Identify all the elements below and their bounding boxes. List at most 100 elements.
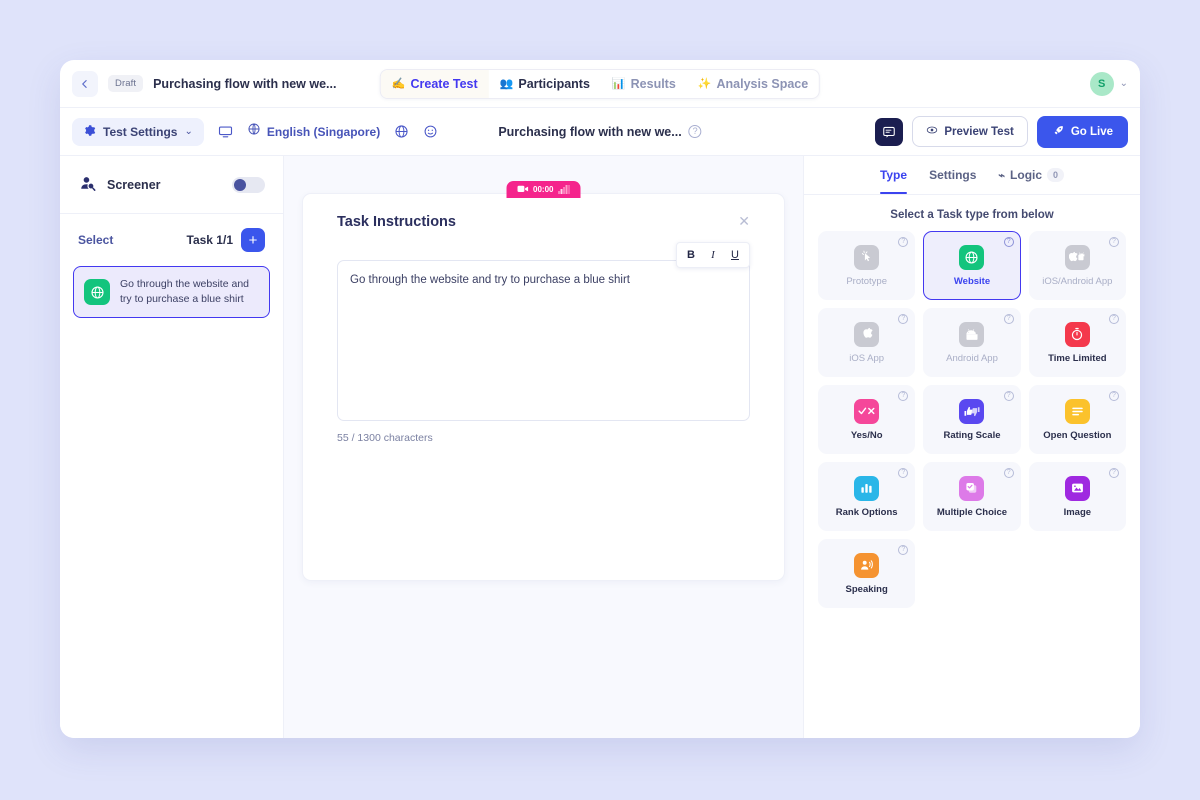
- task-type-speaking-label: Speaking: [845, 583, 888, 595]
- globe-icon: [959, 244, 985, 270]
- globe-icon[interactable]: [394, 124, 409, 139]
- task-instructions-title: Task Instructions: [337, 214, 456, 230]
- text-format-toolbar: B I U: [676, 242, 750, 268]
- right-panel: Type Settings ⌁ Logic 0 Select a Task ty…: [803, 156, 1140, 738]
- apple-icon: [854, 321, 880, 347]
- task-type-speaking[interactable]: ? Speaking: [818, 539, 916, 608]
- task-type-yes-no-label: Yes/No: [850, 429, 883, 441]
- screener-toggle[interactable]: [232, 176, 265, 193]
- bold-button[interactable]: B: [681, 246, 701, 264]
- task-type-multiple-choice[interactable]: ? Multiple Choice: [923, 462, 1021, 531]
- help-icon[interactable]: ?: [1109, 391, 1119, 401]
- close-icon[interactable]: ✕: [738, 214, 750, 228]
- task-type-yes-no[interactable]: ? Yes/No: [818, 385, 916, 454]
- android-icon: [959, 321, 985, 347]
- task-instructions-input[interactable]: Go through the website and try to purcha…: [337, 260, 750, 421]
- italic-button[interactable]: I: [703, 246, 723, 264]
- help-icon[interactable]: ?: [1003, 391, 1014, 401]
- arrow-left-icon: [82, 79, 87, 88]
- tab-create-test-label: Create Test: [410, 77, 478, 91]
- main-nav-tabs: ✍ Create Test 👥 Participants 📊 Results ✨…: [379, 69, 821, 99]
- task-type-time-limited[interactable]: ? Time Limited: [1028, 308, 1126, 377]
- left-sidebar: Screener Select Task 1/1 + Go through th…: [60, 156, 284, 738]
- task-type-website[interactable]: ? Website: [923, 231, 1021, 300]
- device-desktop-icon[interactable]: [218, 124, 233, 139]
- language-label: English (Singapore): [266, 124, 381, 139]
- task-type-time-limited-label: Time Limited: [1048, 352, 1107, 364]
- task-type-prototype[interactable]: ? Prototype: [818, 231, 916, 300]
- task-type-ios-app[interactable]: ? iOS App: [818, 308, 916, 377]
- task-type-rating-scale[interactable]: ? Rating Scale: [923, 385, 1021, 454]
- task-type-rank-options-label: Rank Options: [835, 506, 898, 518]
- help-icon[interactable]: ?: [898, 468, 909, 478]
- help-icon[interactable]: ?: [898, 314, 909, 324]
- tab-results-label: Results: [630, 77, 676, 91]
- help-icon[interactable]: ?: [1109, 237, 1119, 247]
- task-type-image[interactable]: ? Image: [1028, 462, 1126, 531]
- image-icon: [1064, 475, 1090, 501]
- task-count-label: Task 1/1: [186, 233, 233, 247]
- speaking-person-icon: [854, 552, 880, 578]
- task-type-prototype-label: Prototype: [846, 275, 887, 287]
- tab-logic[interactable]: ⌁ Logic 0: [998, 156, 1065, 194]
- help-icon[interactable]: ?: [1003, 237, 1014, 247]
- back-button[interactable]: [72, 70, 98, 97]
- task-type-android-app-label: Android App: [946, 352, 998, 364]
- tab-results[interactable]: 📊 Results: [601, 70, 687, 98]
- stopwatch-icon: [1064, 321, 1090, 347]
- screener-label: Screener: [107, 177, 161, 192]
- tab-type[interactable]: Type: [879, 156, 908, 194]
- task-type-open-question[interactable]: ? Open Question: [1028, 385, 1126, 454]
- task-list-item[interactable]: Go through the website and try to purcha…: [73, 266, 270, 319]
- help-icon[interactable]: ?: [898, 545, 909, 555]
- language-globe-icon: [247, 122, 261, 141]
- emoji-sticker-icon[interactable]: [423, 124, 438, 139]
- task-instructions-header: Task Instructions ✕: [337, 214, 750, 230]
- help-icon[interactable]: ?: [898, 237, 909, 247]
- tab-analysis-space[interactable]: ✨ Analysis Space: [687, 70, 819, 98]
- editor-toolbar: Test Settings ⌄ English (Singapore) Purc…: [60, 108, 1140, 156]
- toolbar-center-title-group: Purchasing flow with new we... ?: [498, 124, 702, 139]
- draft-status-badge: Draft: [108, 75, 144, 92]
- help-icon[interactable]: ?: [1109, 468, 1119, 478]
- preview-test-button[interactable]: Preview Test: [912, 116, 1028, 147]
- toolbar-title: Purchasing flow with new we...: [498, 124, 682, 139]
- task-type-website-label: Website: [953, 275, 991, 287]
- lines-icon: [1064, 398, 1090, 424]
- help-icon[interactable]: ?: [1003, 468, 1014, 478]
- tab-type-label: Type: [879, 168, 908, 182]
- video-camera-icon: [517, 185, 528, 195]
- bar-chart-icon: [854, 475, 880, 501]
- test-settings-button[interactable]: Test Settings ⌄: [72, 117, 204, 146]
- chevron-down-icon[interactable]: ⌄: [1120, 78, 1128, 89]
- underline-button[interactable]: U: [725, 246, 745, 264]
- logic-count-badge: 0: [1047, 168, 1065, 182]
- thumbs-updown-icon: [959, 398, 985, 424]
- prototype-cursor-icon: [854, 244, 880, 270]
- help-icon[interactable]: ?: [898, 391, 909, 401]
- apple-android-icon: [1064, 244, 1090, 270]
- add-task-button[interactable]: +: [241, 228, 265, 252]
- task-type-rank-options[interactable]: ? Rank Options: [818, 462, 916, 531]
- signal-bars-icon: [558, 185, 570, 194]
- task-type-android-app[interactable]: ? Android App: [923, 308, 1021, 377]
- avatar[interactable]: S: [1089, 71, 1114, 96]
- preview-test-label: Preview Test: [944, 125, 1014, 138]
- task-select-row: Select Task 1/1 +: [60, 214, 283, 262]
- messages-button[interactable]: [875, 117, 904, 146]
- task-instructions-card: Task Instructions ✕ B I U Go through the…: [302, 193, 785, 581]
- tab-settings[interactable]: Settings: [929, 156, 976, 194]
- help-icon[interactable]: ?: [1003, 314, 1014, 324]
- tab-participants[interactable]: 👥 Participants: [489, 70, 601, 98]
- tab-participants-label: Participants: [518, 77, 590, 91]
- language-selector[interactable]: English (Singapore): [247, 122, 380, 141]
- task-type-rating-scale-label: Rating Scale: [943, 429, 1001, 441]
- help-icon[interactable]: ?: [1109, 314, 1119, 324]
- tab-create-test[interactable]: ✍ Create Test: [380, 70, 489, 98]
- select-label[interactable]: Select: [78, 233, 113, 247]
- go-live-button[interactable]: Go Live: [1036, 115, 1128, 148]
- task-type-ios-android-app[interactable]: ? iOS/Android App: [1028, 231, 1126, 300]
- task-list-item-label: Go through the website and try to purcha…: [120, 278, 250, 306]
- help-icon[interactable]: ?: [688, 125, 702, 138]
- topbar-right-group: S ⌄: [1089, 71, 1128, 96]
